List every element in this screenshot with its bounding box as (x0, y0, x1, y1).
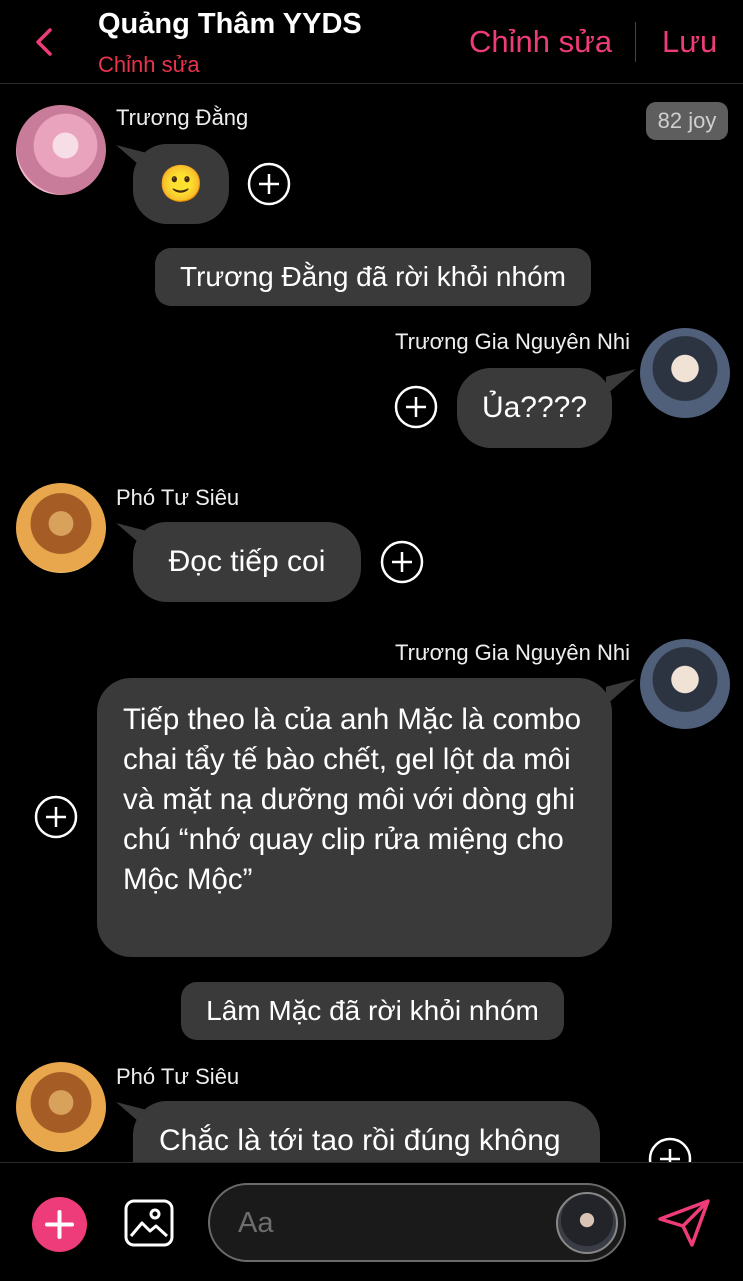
edit-button[interactable]: Chỉnh sửa (469, 24, 612, 60)
message-text: Tiếp theo là của anh Mặc là combo chai t… (123, 703, 582, 896)
avatar-pho-tu-sieu[interactable] (16, 1062, 106, 1152)
message-text: Ủa???? (481, 391, 588, 424)
avatar-pho-tu-sieu[interactable] (16, 483, 106, 573)
message-text: Chắc là tới tao rồi đúng không (159, 1124, 561, 1157)
send-icon[interactable] (656, 1197, 712, 1249)
message-list[interactable]: 82 joy Trương Đằng 🙂 Trương Đằng đã rời … (0, 85, 743, 1162)
avatar-truong-dang[interactable] (16, 105, 106, 195)
image-icon[interactable] (123, 1198, 175, 1248)
sticker-avatar[interactable] (556, 1192, 618, 1254)
add-reaction-icon[interactable] (648, 1137, 692, 1162)
add-reaction-icon[interactable] (34, 795, 78, 839)
message-text: 🙂 (158, 163, 204, 204)
avatar-truong-gia-nguyen-nhi[interactable] (640, 639, 730, 729)
add-reaction-icon[interactable] (394, 385, 438, 429)
message-input-container[interactable] (208, 1183, 626, 1262)
sender-name: Trương Gia Nguyên Nhi (395, 640, 630, 665)
add-attachment-button[interactable] (32, 1197, 87, 1252)
chat-subtitle[interactable]: Chỉnh sửa (98, 52, 200, 78)
system-message: Lâm Mặc đã rời khỏi nhóm (181, 982, 564, 1040)
message-bubble[interactable]: Tiếp theo là của anh Mặc là combo chai t… (97, 678, 612, 957)
sender-name: Phó Tư Siêu (116, 1064, 240, 1089)
composer-bar (0, 1162, 743, 1281)
sender-name: Trương Đằng (116, 105, 249, 130)
plus-icon (45, 1210, 74, 1239)
message-input[interactable] (238, 1203, 538, 1243)
back-chevron-icon[interactable] (30, 22, 60, 62)
save-button[interactable]: Lưu (662, 24, 717, 60)
message-text: Đọc tiếp coi (168, 545, 326, 578)
add-reaction-icon[interactable] (247, 162, 291, 206)
sender-name: Phó Tư Siêu (116, 485, 240, 510)
system-message: Trương Đằng đã rời khỏi nhóm (155, 248, 591, 306)
message-bubble[interactable]: 🙂 (133, 144, 229, 224)
message-bubble[interactable]: Đọc tiếp coi (133, 522, 361, 602)
joy-badge: 82 joy (646, 102, 728, 140)
header-divider (635, 22, 636, 62)
chat-header: Quảng Thâm YYDS Chỉnh sửa Chỉnh sửa Lưu (0, 0, 743, 84)
message-bubble[interactable]: Chắc là tới tao rồi đúng không (133, 1101, 600, 1162)
chat-title[interactable]: Quảng Thâm YYDS (98, 8, 362, 41)
sender-name: Trương Gia Nguyên Nhi (395, 329, 630, 354)
add-reaction-icon[interactable] (380, 540, 424, 584)
avatar-truong-gia-nguyen-nhi[interactable] (640, 328, 730, 418)
message-bubble[interactable]: Ủa???? (457, 368, 612, 448)
